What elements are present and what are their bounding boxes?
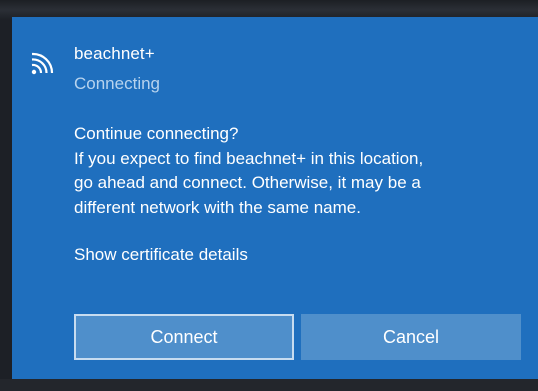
connect-button[interactable]: Connect (74, 314, 294, 360)
show-certificate-link[interactable]: Show certificate details (74, 245, 248, 265)
prompt-line: different network with the same name. (74, 197, 361, 217)
prompt-line: go ahead and connect. Otherwise, it may … (74, 173, 421, 192)
prompt-line: Continue connecting? (74, 124, 239, 143)
cancel-button[interactable]: Cancel (301, 314, 521, 360)
taskbar-edge (0, 379, 538, 391)
network-connect-flyout: beachnet+ Connecting Continue connecting… (12, 17, 538, 379)
wifi-signal-icon (30, 51, 56, 75)
screen: beachnet+ Connecting Continue connecting… (0, 0, 538, 391)
prompt-line: If you expect to find beachnet+ in this … (74, 148, 424, 168)
network-status: Connecting (74, 74, 161, 93)
network-name: beachnet+ (74, 44, 155, 63)
prompt-message: Continue connecting? If you expect to fi… (74, 122, 526, 220)
